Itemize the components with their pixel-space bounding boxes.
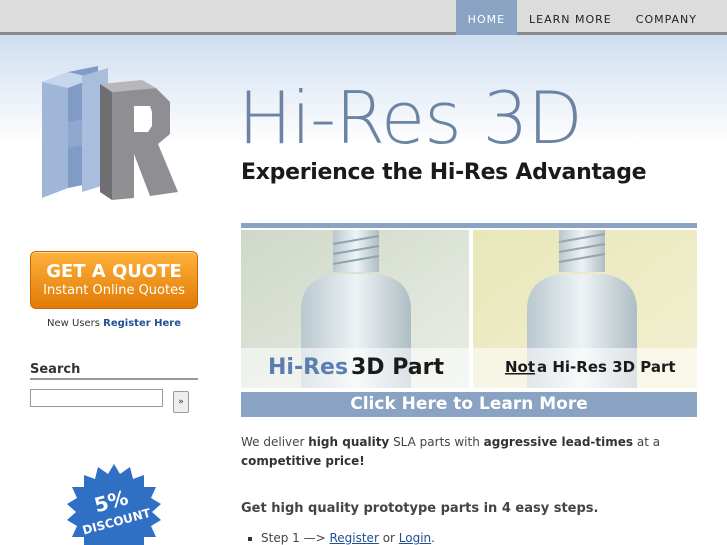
nav-company[interactable]: COMPANY [624, 0, 709, 32]
steps-heading: Get high quality prototype parts in 4 ea… [241, 501, 599, 516]
learn-more-banner-button[interactable]: Click Here to Learn More [241, 392, 697, 417]
main-nav: HOME LEARN MORE COMPANY [455, 0, 709, 35]
quote-button-title: GET A QUOTE [46, 261, 182, 282]
search-input[interactable] [30, 389, 163, 407]
left-caption-hires: Hi-Res [268, 355, 348, 380]
intro-bold-3: competitive price! [241, 454, 365, 468]
comparison-banner-image[interactable]: Hi-Res 3D Part Not a Hi-Res 3D Part [241, 230, 697, 388]
step-1-item: Step 1 —> Register or Login. [248, 531, 435, 545]
nav-home[interactable]: HOME [455, 0, 518, 35]
brand-tagline: Experience the Hi-Res Advantage [241, 160, 647, 185]
intro-text-1: We deliver [241, 435, 309, 449]
register-link[interactable]: Register [329, 531, 378, 545]
right-caption-rest: a Hi-Res 3D Part [537, 358, 676, 376]
quote-button-subtitle: Instant Online Quotes [43, 283, 185, 298]
nav-learn-more[interactable]: LEARN MORE [517, 0, 624, 32]
search-divider [30, 378, 198, 380]
search-heading: Search [30, 362, 81, 377]
intro-paragraph: We deliver high quality SLA parts with a… [241, 433, 697, 471]
step-1-suffix: . [431, 531, 435, 545]
get-a-quote-button[interactable]: GET A QUOTE Instant Online Quotes [30, 251, 198, 309]
right-caption-not: Not [505, 358, 535, 376]
new-users-text: New Users Register Here [30, 318, 198, 329]
register-here-link[interactable]: Register Here [103, 318, 181, 329]
promo-top-rule [241, 223, 697, 228]
brand-title: Hi-Res 3D [238, 76, 583, 160]
step-1-prefix: Step 1 —> [261, 531, 330, 545]
search-submit-button[interactable]: » [173, 391, 189, 413]
hr-logo-icon[interactable] [38, 62, 183, 207]
new-users-label: New Users [46, 318, 100, 329]
login-link[interactable]: Login [399, 531, 431, 545]
discount-badge-icon[interactable]: 5% DISCOUNT [64, 462, 164, 545]
left-caption-part: 3D Part [351, 355, 444, 380]
bullet-icon [248, 536, 252, 541]
step-1-or: or [378, 531, 399, 545]
intro-bold-2: aggressive lead-times [483, 435, 634, 449]
intro-text-2: SLA parts with [389, 435, 484, 449]
intro-text-3: at a [633, 435, 661, 449]
intro-bold-1: high quality [308, 435, 390, 449]
